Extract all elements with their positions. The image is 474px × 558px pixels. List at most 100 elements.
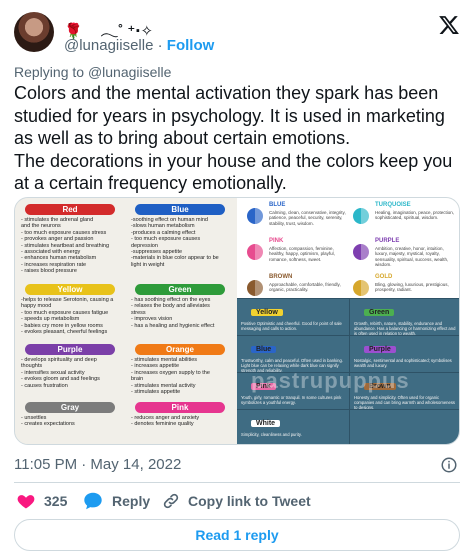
like-button[interactable]: 325 [16,490,67,512]
effect-line: - evokes pleasant, cheerful feelings [21,329,108,336]
replying-to: Replying to @lunagiiselle [14,64,171,80]
color-effects-list: - has soothing effect on the eyes - relax… [127,297,233,329]
color-title: BROWN [269,274,293,280]
action-bar: 325 Reply Copy link to Tweet [14,490,460,512]
color-tile-white: White Simplicity, cleanliness and purity. [237,409,349,444]
color-effects-list: - reduces anger and anxiety - denotes fem… [127,415,233,428]
tweet-header: 🌹 ㅤ𓂃˚ ⁺‧✧ @lunagiiselle · Follow [14,8,460,58]
color-tile-green: Green Growth, rebirth, nature, stability,… [349,298,459,336]
reply-button[interactable]: Reply [82,490,150,512]
heart-icon [17,495,35,509]
tweet-text: Colors and the mental activation they sp… [14,82,460,195]
color-description: Affection, compassion, feminine, healthy… [269,246,335,262]
reply-label: Reply [112,493,151,509]
replying-mention[interactable]: @lunagiiselle [88,64,171,80]
tweet-timestamp[interactable]: 11:05 PM · May 14, 2022 [14,456,181,473]
tweet-paragraph-1: Colors and the mental activation they sp… [14,83,445,148]
copy-link-button[interactable]: Copy link to Tweet [162,490,311,512]
link-icon [163,493,179,509]
tile-label: Blue [251,346,277,353]
tile-text: Honesty and simplicity. Often used for o… [354,395,456,410]
tile-text: Positive Optimistic and cheerful. Good f… [241,321,342,331]
color-meanings-right-panel: GOLD Bling, glowing, luxurious, prestigio… [237,198,459,444]
avatar[interactable] [14,12,54,52]
like-count: 325 [44,493,68,509]
color-block-purple: Purple - develops spirituality and deep t… [17,344,123,389]
effect-line: light in weight [131,261,165,268]
color-title: GOLD [375,274,393,280]
color-block-orange: Orange - stimulates mental abilities - inc… [127,344,233,395]
effect-line: - causes frustration [21,382,68,389]
color-block-pink: Pink - reduces anger and anxiety - denotes… [127,402,233,428]
tweet-card: 🌹 ㅤ𓂃˚ ⁺‧✧ @lunagiiselle · Follow Replyin… [0,0,474,558]
color-title: PINK [269,238,284,244]
color-block-yellow: Yellow -helps to release Serotonin, causi… [17,284,123,335]
color-badge: Gray [25,402,115,413]
color-block-green: Green - has soothing effect on the eyes - … [127,284,233,329]
color-block-red: Red - stimulates the adrenal gland and th… [17,204,123,275]
tile-label: White [251,420,281,427]
tweet-image[interactable]: Red - stimulates the adrenal gland and th… [14,197,460,445]
copy-link-label: Copy link to Tweet [188,493,311,509]
reply-bubble-icon [84,492,102,510]
color-tile-purple: Purple Nostalgic, sentimental and sophist… [349,335,459,372]
color-swatch [353,208,369,224]
replying-prefix: Replying to [14,64,85,80]
divider [14,482,460,483]
tile-label: Yellow [251,309,283,316]
color-title: BLUE [269,202,286,208]
x-logo-icon[interactable] [438,14,460,36]
color-tile [349,409,459,444]
color-description: Bling, glowing, luxurious, prestigious, … [375,282,449,293]
color-swatch [353,244,369,260]
tile-text: Nostalgic, sentimental and sophisticated… [354,358,452,368]
color-swatch [353,280,369,296]
color-block-blue: Blue -soothing effect on human mind -slows… [127,204,233,268]
color-description: Healing, imagination, peace, protection,… [375,210,455,221]
color-effects-list: - stimulates the adrenal gland and the n… [17,217,123,275]
handle-row: @lunagiiselle · Follow [64,37,214,54]
color-badge: Yellow [25,284,115,295]
follow-button[interactable]: Follow [167,37,215,54]
read-reply-button[interactable]: Read 1 reply [14,519,460,551]
color-swatch [247,244,263,260]
effect-line: - creates expectations [21,421,75,428]
separator-dot: · [157,37,163,54]
color-effects-list: -soothing effect on human mind -slows hum… [127,217,233,268]
tile-text: Youth, girly, romantic or tranquil. In s… [241,395,342,405]
effect-line: - denotes feminine quality [131,421,194,428]
color-description: Approachable, comfortable, friendly, org… [269,282,341,293]
color-description: Ambition, creative, honor, intuition, lu… [375,246,449,268]
color-swatch [247,280,263,296]
color-badge: Pink [135,402,225,413]
color-badge: Orange [135,344,225,355]
color-title: PURPLE [375,238,400,244]
color-block-gray: Gray - unsettles - creates expectations [17,402,123,428]
effect-line: - stimulates appetite [131,389,181,396]
color-effects-list: - stimulates mental abilities - increases… [127,357,233,395]
color-description: Calming, clean, conservative, integrity,… [269,210,346,226]
effect-line: - has a healing and hygienic effect [131,322,215,329]
info-icon[interactable] [440,456,458,474]
tile-label: Purple [364,346,396,353]
color-effects-list: -helps to release Serotonin, causing a h… [17,297,123,335]
tweet-paragraph-2: The decorations in your house and the co… [14,150,453,194]
effect-line: -materials in blue color appear to be [131,255,219,262]
tile-text: Growth, rebirth, nature, stability, endu… [354,321,456,336]
color-tile-blue: Blue Trustworthy, calm and peaceful. Ofte… [237,335,349,373]
tile-text: Simplicity, cleanliness and purity. [241,432,302,437]
color-badge: Blue [135,204,225,215]
tile-label: Green [364,309,395,316]
handle[interactable]: @lunagiiselle [64,37,153,54]
color-badge: Purple [25,344,115,355]
color-effects-list: - develops spirituality and deep thought… [17,357,123,389]
color-title: TURQUOISE [375,202,411,208]
color-badge: Green [135,284,225,295]
color-psychology-left-panel: Red - stimulates the adrenal gland and th… [15,198,237,444]
image-watermark: pastrupuppus [251,368,410,393]
color-badge: Red [25,204,115,215]
effect-line: - raises blood pressure [21,268,77,275]
color-effects-list: - unsettles - creates expectations [17,415,123,428]
color-tile-yellow: Yellow Positive Optimistic and cheerful. … [237,298,349,335]
color-swatch [247,208,263,224]
